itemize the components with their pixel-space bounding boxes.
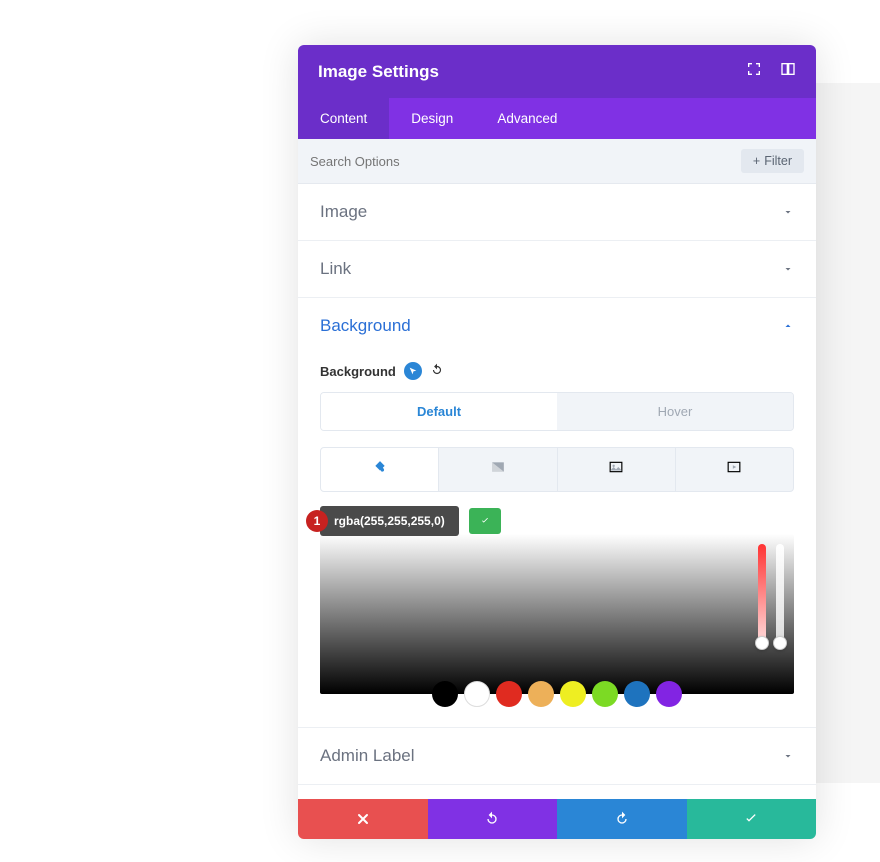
gradient-icon [489, 460, 507, 474]
section-image-header[interactable]: Image [298, 184, 816, 240]
modal-header: Image Settings [298, 45, 816, 98]
state-tab-hover[interactable]: Hover [557, 393, 793, 430]
section-admin-label-header[interactable]: Admin Label [298, 728, 816, 784]
color-saturation-area[interactable] [320, 534, 794, 694]
check-icon [743, 811, 759, 827]
section-link-title: Link [320, 259, 782, 279]
section-link-header[interactable]: Link [298, 241, 816, 297]
search-filter-row: + Filter [298, 139, 816, 184]
section-admin-label: Admin Label [298, 728, 816, 785]
main-tabs: Content Design Advanced [298, 98, 816, 139]
chevron-down-icon [782, 263, 794, 275]
color-value-text: rgba(255,255,255,0) [334, 514, 445, 528]
hue-slider[interactable] [758, 544, 766, 644]
section-link: Link [298, 241, 816, 298]
section-admin-label-title: Admin Label [320, 746, 782, 766]
confirm-color-button[interactable] [469, 508, 501, 534]
background-type-tabs [320, 447, 794, 492]
palette-swatch-purple[interactable] [656, 681, 682, 707]
annotation-badge: 1 [306, 510, 328, 532]
bg-type-gradient[interactable] [439, 447, 557, 492]
palette-swatch-black[interactable] [432, 681, 458, 707]
cancel-button[interactable] [298, 799, 428, 839]
bg-type-video[interactable] [676, 447, 794, 492]
chevron-up-icon [782, 320, 794, 332]
save-button[interactable] [687, 799, 817, 839]
filter-label: Filter [764, 154, 792, 168]
search-input[interactable] [310, 154, 741, 169]
bg-type-image[interactable] [558, 447, 676, 492]
palette-swatch-red[interactable] [496, 681, 522, 707]
alpha-slider-thumb[interactable] [773, 636, 787, 650]
section-background-header[interactable]: Background [298, 298, 816, 354]
alpha-slider[interactable] [776, 544, 784, 644]
tab-advanced[interactable]: Advanced [475, 98, 579, 139]
undo-button[interactable] [428, 799, 558, 839]
modal-footer [298, 799, 816, 839]
hue-slider-thumb[interactable] [755, 636, 769, 650]
section-image: Image [298, 184, 816, 241]
background-field-label: Background [320, 364, 396, 379]
section-image-title: Image [320, 202, 782, 222]
state-tab-default[interactable]: Default [321, 393, 557, 430]
reset-icon[interactable] [430, 363, 444, 380]
close-icon [355, 811, 371, 827]
palette-swatch-blue[interactable] [624, 681, 650, 707]
palette-swatch-orange[interactable] [528, 681, 554, 707]
color-value-input[interactable]: 1 rgba(255,255,255,0) [320, 506, 459, 536]
redo-button[interactable] [557, 799, 687, 839]
expand-icon[interactable] [746, 61, 762, 82]
palette-swatch-yellow[interactable] [560, 681, 586, 707]
palette-swatch-white[interactable] [464, 681, 490, 707]
section-background: Background Background Default Hover [298, 298, 816, 728]
snap-icon[interactable] [780, 61, 796, 82]
chevron-down-icon [782, 206, 794, 218]
image-settings-modal: Image Settings Content Design Advanced +… [298, 45, 816, 839]
tab-design[interactable]: Design [389, 98, 475, 139]
hover-indicator-icon[interactable] [404, 362, 422, 380]
hover-state-tabs: Default Hover [320, 392, 794, 431]
plus-icon: + [753, 154, 760, 168]
filter-button[interactable]: + Filter [741, 149, 804, 173]
redo-icon [614, 811, 630, 827]
image-icon [607, 460, 625, 474]
color-palette-row [320, 681, 794, 707]
check-icon [479, 516, 491, 526]
bg-type-color[interactable] [320, 447, 439, 492]
tab-content[interactable]: Content [298, 98, 389, 139]
section-background-title: Background [320, 316, 782, 336]
chevron-down-icon [782, 750, 794, 762]
paint-bucket-icon [371, 460, 389, 474]
background-field-label-row: Background [320, 362, 794, 380]
palette-swatch-green[interactable] [592, 681, 618, 707]
video-icon [725, 460, 743, 474]
undo-icon [484, 811, 500, 827]
modal-title: Image Settings [318, 62, 746, 82]
